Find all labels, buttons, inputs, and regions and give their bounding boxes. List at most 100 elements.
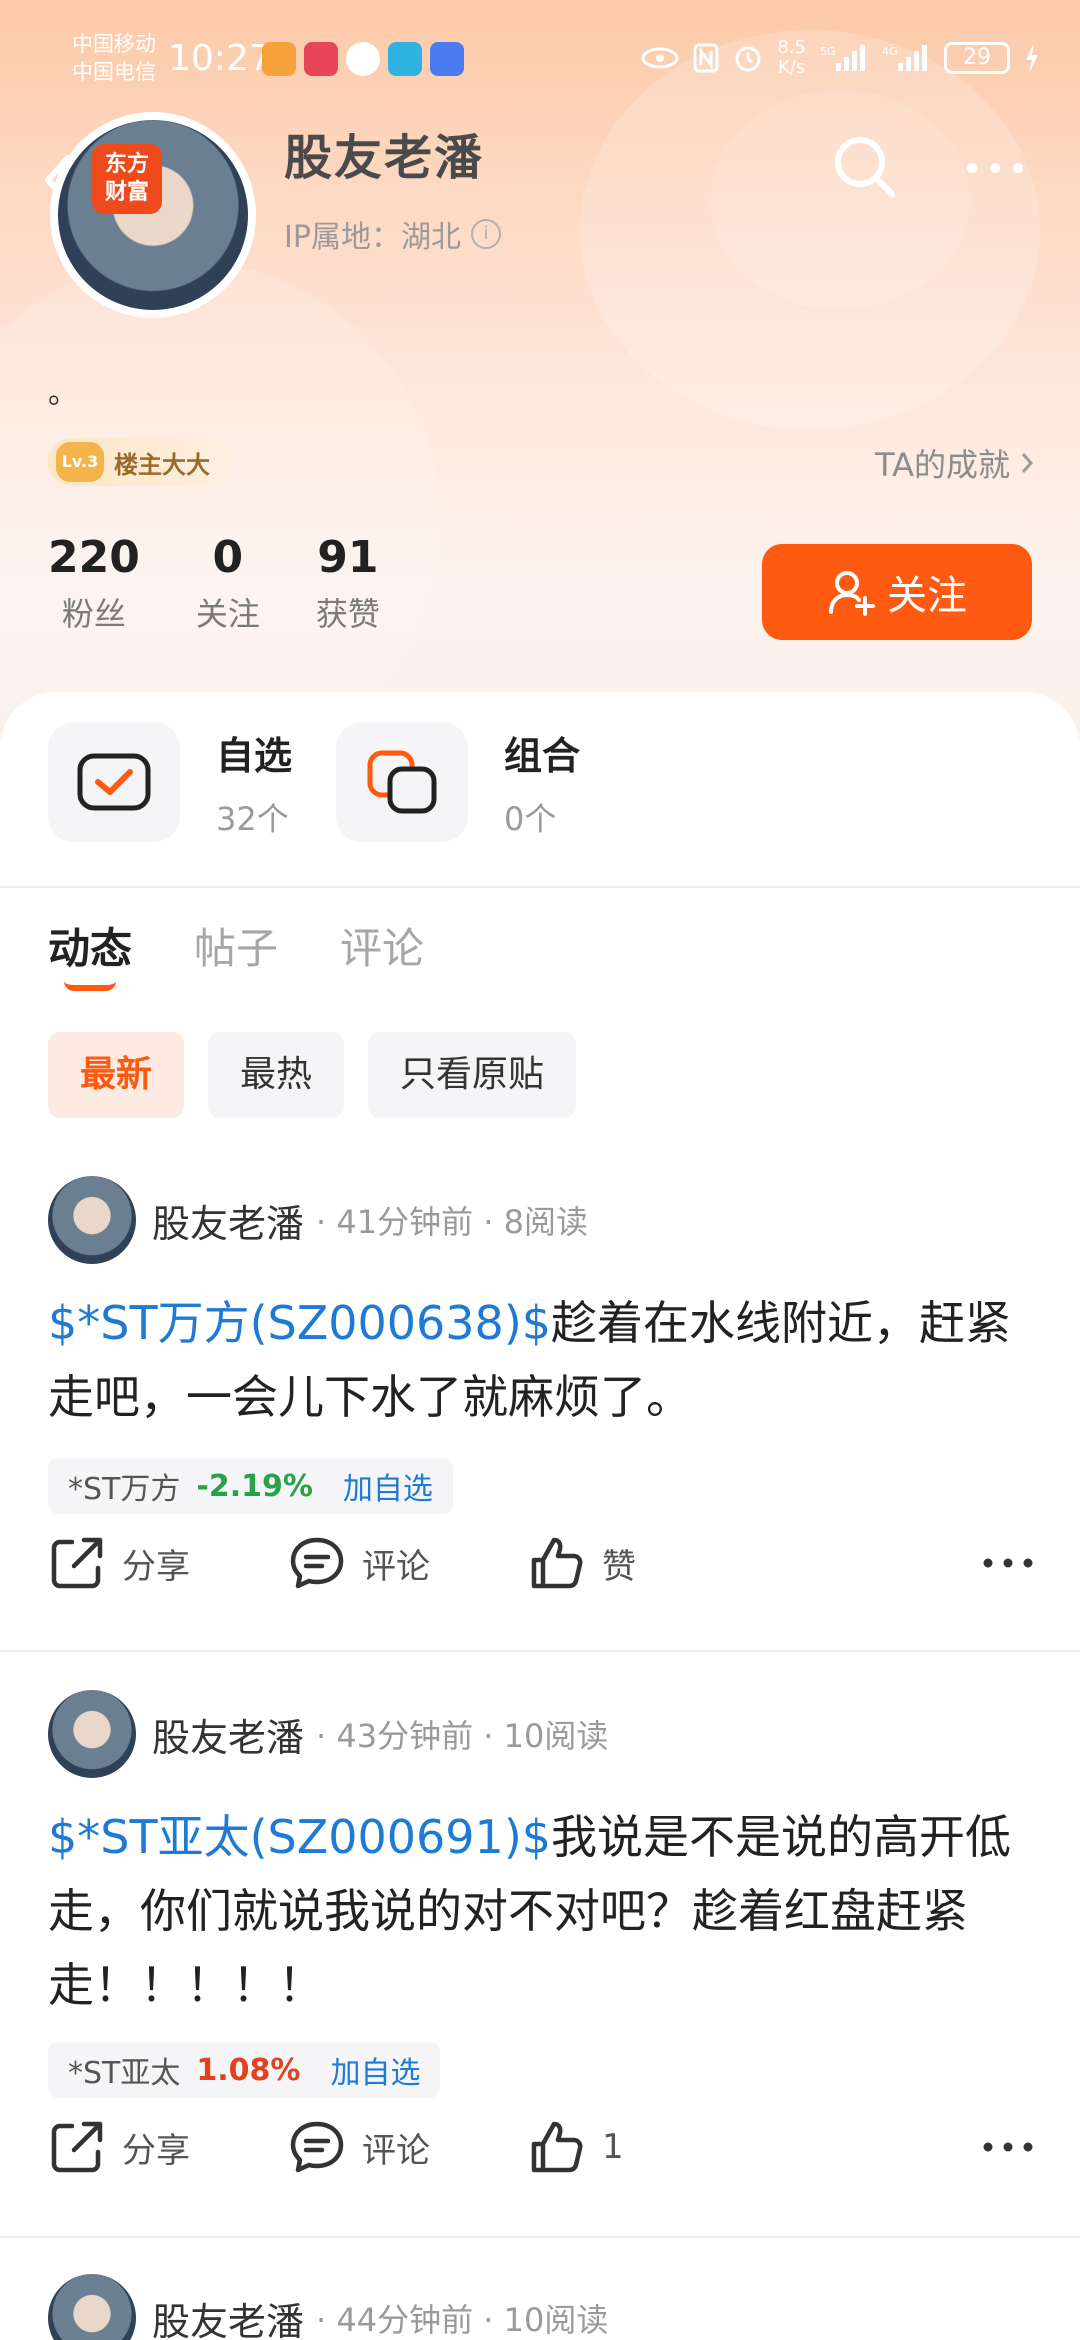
stat-label: 关注 [195, 595, 260, 633]
thumbs-up-icon [531, 2121, 583, 2173]
achievements-link[interactable]: TA的成就 [875, 440, 1034, 486]
tab-posts[interactable]: 帖子 [194, 915, 278, 976]
alarm-icon [735, 46, 761, 72]
portfolio-icon-box [336, 722, 468, 842]
profile-bio: 。 [48, 376, 78, 411]
like-count: 1 [602, 2127, 624, 2167]
battery-indicator: 29 [944, 42, 1010, 74]
stat-value: 91 [317, 532, 379, 583]
logo-line-2: 财富 [104, 180, 149, 205]
more-icon[interactable] [978, 1553, 1038, 1573]
signal-5g-icon: 5G [820, 45, 865, 71]
watchlist-count: 32个 [216, 799, 289, 838]
post-meta: · 43分钟前 · 10阅读 [316, 1717, 609, 1755]
author-avatar[interactable] [48, 2274, 136, 2340]
author-avatar[interactable] [48, 1176, 136, 1264]
post-meta: · 41分钟前 · 8阅读 [316, 1203, 588, 1241]
add-to-watchlist-button[interactable]: 加自选 [330, 2048, 420, 2092]
stock-tag-link[interactable]: $*ST亚太(SZ000691)$ [48, 1810, 551, 1864]
profile-avatar[interactable]: 东方 财富 [50, 112, 256, 318]
post-header: 股友老潘 · 41分钟前 · 8阅读 [48, 1176, 588, 1264]
filter-latest[interactable]: 最新 [48, 1032, 185, 1118]
share-button[interactable]: 分享 [48, 2118, 288, 2176]
filter-original-only[interactable]: 只看原贴 [368, 1032, 577, 1118]
follow-button-label: 关注 [887, 573, 967, 619]
clock: 10:27 [168, 38, 272, 79]
stat-followers[interactable]: 220 粉丝 [48, 532, 140, 635]
info-icon[interactable]: i [470, 219, 501, 249]
level-badge[interactable]: Lv.3 楼主大大 [48, 438, 232, 486]
carrier-2: 中国电信 [72, 60, 156, 84]
share-label: 分享 [122, 1546, 190, 1587]
comment-label: 评论 [362, 2130, 430, 2171]
svg-text:5G: 5G [820, 45, 836, 58]
stock-quote-chip[interactable]: *ST万方 -2.19% 加自选 [48, 1458, 453, 1514]
content-tabs: 动态 帖子 评论 [48, 915, 424, 991]
comment-button[interactable]: 评论 [288, 1534, 528, 1592]
stat-value: 0 [212, 532, 244, 583]
share-label: 分享 [122, 2130, 190, 2171]
stat-value: 220 [48, 532, 140, 583]
post-content[interactable]: $*ST万方(SZ000638)$趁着在水线附近，赶紧走吧，一会儿下水了就麻烦了… [48, 1286, 1038, 1434]
post-meta: · 44分钟前 · 10阅读 [316, 2301, 609, 2339]
chevron-right-icon [1021, 453, 1034, 473]
portfolio-icon [367, 750, 437, 814]
comment-icon [290, 1537, 344, 1589]
stat-likes[interactable]: 91 获赞 [316, 532, 380, 635]
more-icon[interactable] [978, 2137, 1038, 2157]
post-content[interactable]: $*ST亚太(SZ000691)$我说是不是说的高开低走，你们就说我说的对不对吧… [48, 1800, 1038, 2022]
post-header: 股友老潘 · 44分钟前 · 10阅读 [48, 2274, 608, 2340]
stock-tag-link[interactable]: $*ST万方(SZ000638)$ [48, 1296, 551, 1350]
add-to-watchlist-button[interactable]: 加自选 [343, 1464, 433, 1508]
stat-following[interactable]: 0 关注 [196, 532, 260, 635]
author-avatar[interactable] [48, 1690, 136, 1778]
system-icons: 8.5 K/s 5G 4G 29 [641, 38, 1040, 78]
watchlist-text: 自选 32个 [216, 725, 292, 840]
post-divider [0, 2236, 1080, 2238]
feed-post[interactable]: 股友老潘 · 41分钟前 · 8阅读 $*ST万方(SZ000638)$趁着在水… [0, 1176, 1080, 1646]
like-button[interactable]: 1 [528, 2118, 768, 2176]
filter-hottest[interactable]: 最热 [208, 1032, 345, 1118]
portfolio-text: 组合 0个 [504, 725, 580, 840]
carrier-info: 中国移动 中国电信 [72, 30, 156, 86]
more-options-icon[interactable] [960, 148, 1030, 188]
author-name[interactable]: 股友老潘 [152, 1707, 304, 1762]
profile-username: 股友老潘 [284, 130, 485, 186]
like-button[interactable]: 赞 [528, 1534, 768, 1592]
signal-4g-icon: 4G [882, 45, 927, 71]
share-icon [51, 2121, 103, 2173]
author-name[interactable]: 股友老潘 [152, 1193, 304, 1248]
notification-icons [262, 42, 464, 76]
stock-quote-chip[interactable]: *ST亚太 1.08% 加自选 [48, 2042, 441, 2098]
network-speed-value: 8.5 [777, 37, 806, 58]
feed-post[interactable]: 股友老潘 · 43分钟前 · 10阅读 $*ST亚太(SZ000691)$我说是… [0, 1690, 1080, 2230]
search-icon[interactable] [830, 132, 900, 202]
feed-filters: 最新 最热 只看原贴 [48, 1032, 577, 1118]
add-user-icon [829, 571, 875, 616]
checkbox-icon [77, 753, 151, 811]
message-icon [346, 42, 380, 76]
browser-app-icon [430, 42, 464, 76]
tab-comments[interactable]: 评论 [340, 915, 424, 976]
watchlist-icon-box [48, 722, 180, 842]
feed-post[interactable]: 股友老潘 · 44分钟前 · 10阅读 [0, 2274, 1080, 2340]
carrier-1: 中国移动 [72, 32, 156, 56]
portfolio-link[interactable]: 组合 0个 [336, 722, 580, 842]
brand-logo-badge: 东方 财富 [92, 144, 162, 214]
status-bar: 中国移动 中国电信 10:27 8.5 K/s 5G 4G 29 [0, 0, 1080, 120]
profile-stats: 220 粉丝 0 关注 91 获赞 [48, 532, 436, 635]
watchlist-link[interactable]: 自选 32个 [48, 722, 292, 842]
stock-name: *ST亚太 [68, 2056, 181, 2091]
follow-button[interactable]: 关注 [762, 544, 1032, 640]
share-icon [51, 1537, 103, 1589]
author-name[interactable]: 股友老潘 [152, 2291, 304, 2340]
comment-button[interactable]: 评论 [288, 2118, 528, 2176]
post-actions: 分享 评论 1 [48, 2118, 1038, 2176]
network-speed-unit: K/s [778, 57, 806, 78]
ip-location-label: IP属地：湖北 [284, 220, 461, 255]
level-title: 楼主大大 [114, 450, 210, 479]
svg-text:4G: 4G [882, 45, 898, 58]
share-button[interactable]: 分享 [48, 1534, 288, 1592]
tab-activity[interactable]: 动态 [48, 915, 132, 991]
network-speed: 8.5 K/s [777, 38, 806, 78]
